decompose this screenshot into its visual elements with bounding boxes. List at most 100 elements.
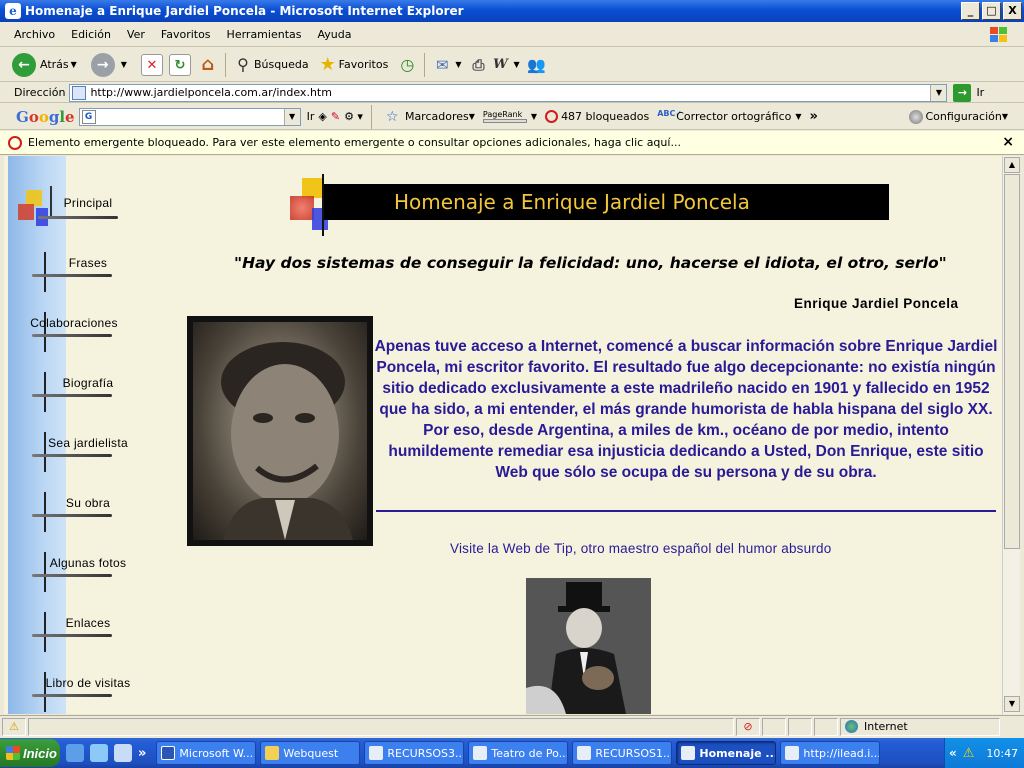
nav-bar-horizontal <box>38 216 118 219</box>
home-icon[interactable]: ⌂ <box>197 54 219 76</box>
sidebar-item-algunas-fotos[interactable]: Algunas fotos <box>32 552 142 592</box>
infobar-close-icon[interactable]: × <box>1002 134 1014 150</box>
favorites-button[interactable]: ★ Favoritos <box>317 54 389 76</box>
status-cell-empty <box>762 717 786 736</box>
more-chevron-icon[interactable]: » <box>810 109 818 124</box>
popup-blocked-counter[interactable]: 487 bloqueados <box>545 110 649 123</box>
google-news-icon[interactable]: ◈ <box>318 110 326 123</box>
taskbar-item[interactable]: Microsoft W... <box>156 741 257 765</box>
forward-dropdown-icon[interactable]: ▼ <box>121 60 127 69</box>
portrait-photo <box>193 322 367 540</box>
vertical-scrollbar[interactable]: ▲ ▼ <box>1002 156 1020 714</box>
portrait-face-illustration <box>221 342 353 540</box>
windows-logo-icon <box>990 27 1007 42</box>
pagerank-indicator[interactable]: PageRank ▼ <box>482 110 537 123</box>
start-label: Inicio <box>23 745 57 761</box>
bookmark-star-icon: ☆ <box>385 108 399 125</box>
menu-ver[interactable]: Ver <box>127 28 145 41</box>
stop-icon[interactable]: ✕ <box>140 53 163 76</box>
sidebar-item-principal[interactable]: Principal <box>32 186 142 232</box>
toolbar-separator <box>424 52 426 77</box>
search-button[interactable]: ⚲ Búsqueda <box>232 54 309 76</box>
taskbar-item[interactable]: Webquest <box>260 741 361 765</box>
scroll-up-icon[interactable]: ▲ <box>1004 157 1020 173</box>
quicklaunch-more-icon[interactable]: » <box>138 746 146 761</box>
start-button[interactable]: Inicio <box>0 739 60 767</box>
spellcheck-label: Corrector ortográfico <box>676 110 792 123</box>
menu-favoritos[interactable]: Favoritos <box>161 28 211 41</box>
search-icon: ⚲ <box>237 54 249 74</box>
maximize-button[interactable]: □ <box>982 2 1001 20</box>
menu-herramientas[interactable]: Herramientas <box>227 28 302 41</box>
close-button[interactable]: X <box>1003 2 1022 20</box>
scroll-down-icon[interactable]: ▼ <box>1004 696 1020 712</box>
history-icon[interactable]: ◷ <box>396 54 418 76</box>
scroll-thumb[interactable] <box>1004 174 1020 549</box>
print-icon[interactable]: ⎙ <box>467 54 489 76</box>
sidebar-item-colaboraciones[interactable]: Colaboraciones <box>30 312 142 352</box>
folder-icon <box>265 746 280 760</box>
google-highlight-icon[interactable]: ✎ <box>331 110 340 123</box>
nav-bar-horizontal <box>32 394 112 397</box>
mail-icon[interactable]: ✉ <box>431 54 453 76</box>
menu-edicion[interactable]: Edición <box>71 28 111 41</box>
task-label: RECURSOS3... <box>387 746 465 760</box>
go-label[interactable]: Ir <box>976 86 984 99</box>
status-zone: Internet <box>840 717 1000 736</box>
address-dropdown-icon[interactable]: ▼ <box>930 84 947 101</box>
ie-page-icon <box>785 746 800 760</box>
menu-archivo[interactable]: Archivo <box>14 28 55 41</box>
forward-button[interactable]: → ▼ <box>90 52 133 77</box>
sidebar-item-su-obra[interactable]: Su obra <box>32 492 142 532</box>
google-go-button[interactable]: Ir <box>307 110 315 123</box>
go-arrow-icon[interactable]: → <box>953 83 972 102</box>
tray-expand-icon[interactable]: « <box>949 746 957 760</box>
clock: 10:47 <box>986 746 1019 760</box>
edit-dropdown-icon[interactable]: ▼ <box>513 60 519 69</box>
tip-web-link[interactable]: Visite la Web de Tip, otro maestro españ… <box>450 541 831 556</box>
taskbar-item[interactable]: RECURSOS1... <box>572 741 673 765</box>
nav-label-enlaces: Enlaces <box>65 616 111 630</box>
messenger-icon[interactable]: 👥 <box>526 54 548 76</box>
spellcheck-button[interactable]: ABC✓ Corrector ortográfico ▼ <box>657 109 801 125</box>
google-options-icon[interactable]: ⚙ ▾ <box>344 110 363 123</box>
back-dropdown-icon[interactable]: ▼ <box>71 60 77 69</box>
tip-photo-image[interactable] <box>526 578 651 714</box>
word-icon[interactable]: W <box>489 54 511 76</box>
quicklaunch-outlook-icon[interactable] <box>66 744 84 762</box>
windows-flag-icon <box>6 746 20 760</box>
bookmarks-button[interactable]: ☆ Marcadores ▼ <box>386 109 475 125</box>
minimize-button[interactable]: _ <box>961 2 980 20</box>
sidebar-item-frases[interactable]: Frases <box>32 252 142 292</box>
menu-ayuda[interactable]: Ayuda <box>317 28 351 41</box>
nav-bar-horizontal <box>32 634 112 637</box>
pagerank-label: PageRank <box>482 110 523 119</box>
refresh-icon[interactable]: ↻ <box>168 53 191 76</box>
intro-paragraph: Apenas tuve acceso a Internet, comencé a… <box>374 338 998 481</box>
google-logo[interactable]: Google <box>16 108 75 126</box>
google-search-input[interactable]: G ▼ <box>78 107 301 126</box>
popup-blocked-infobar[interactable]: Elemento emergente bloqueado. Para ver e… <box>0 131 1024 155</box>
google-search-dropdown-icon[interactable]: ▼ <box>283 108 300 125</box>
quicklaunch-desktop-icon[interactable] <box>114 744 132 762</box>
settings-button[interactable]: Configuración ▼ <box>908 109 1008 124</box>
taskbar-item[interactable]: Teatro de Po... <box>468 741 569 765</box>
sidebar-item-enlaces[interactable]: Enlaces <box>32 612 142 652</box>
google-g-icon: G <box>81 109 96 124</box>
taskbar-item[interactable]: http://ilead.i... <box>780 741 881 765</box>
task-label: http://ilead.i... <box>803 746 881 760</box>
quicklaunch-ie-icon[interactable] <box>90 744 108 762</box>
taskbar-item-active[interactable]: Homenaje ... <box>676 741 777 765</box>
sidebar-item-sea-jardielista[interactable]: Sea jardielista <box>32 432 142 472</box>
window-title: Homenaje a Enrique Jardiel Poncela - Mic… <box>25 4 464 18</box>
taskbar-item[interactable]: RECURSOS3... <box>364 741 465 765</box>
status-popup-blocked-icon[interactable]: ⊘ <box>736 717 760 736</box>
back-arrow-icon: ← <box>12 52 36 77</box>
sidebar-item-biografia[interactable]: Biografía <box>32 372 142 412</box>
sidebar-item-libro-de-visitas[interactable]: Libro de visitas <box>32 672 142 712</box>
address-input[interactable]: http://www.jardielponcela.com.ar/index.h… <box>69 83 948 102</box>
back-label: Atrás <box>40 58 69 71</box>
mail-dropdown-icon[interactable]: ▼ <box>455 60 461 69</box>
back-button[interactable]: ← Atrás ▼ <box>12 52 83 77</box>
tray-warning-icon[interactable]: ⚠ <box>963 746 975 761</box>
